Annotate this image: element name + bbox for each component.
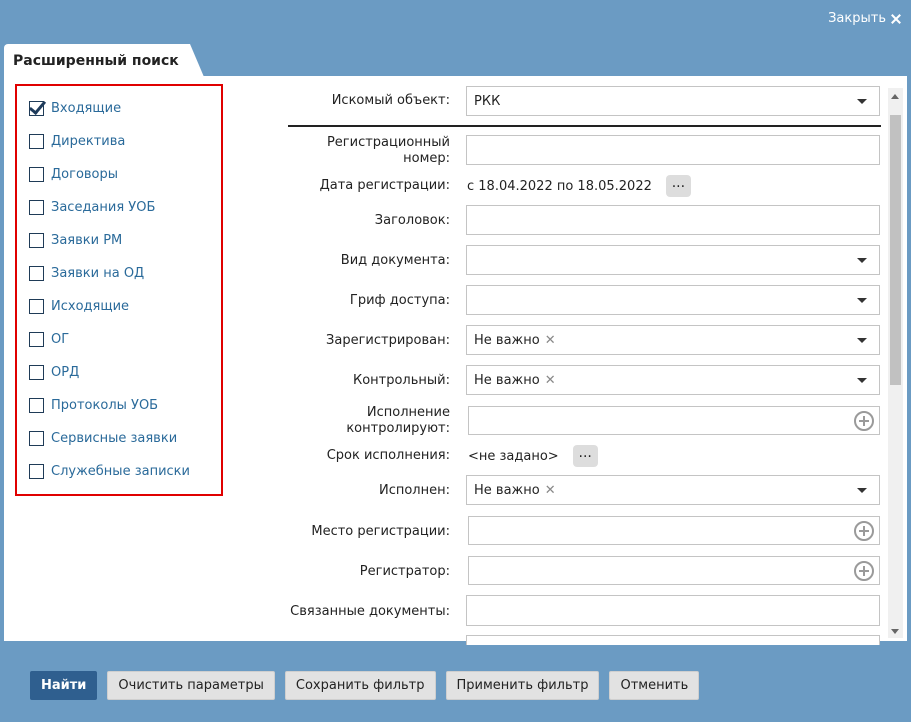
add-icon[interactable]: [854, 411, 874, 431]
reg-place-label: Место регистрации:: [311, 524, 450, 539]
remove-tag-icon[interactable]: ✕: [545, 373, 556, 388]
access-label: Гриф доступа:: [349, 293, 450, 308]
reg-date-value: с 18.04.2022 по 18.05.2022: [467, 178, 652, 194]
footer-actions: Найти Очистить параметры Сохранить фильт…: [30, 671, 700, 700]
scroll-thumb[interactable]: [890, 115, 901, 385]
title-input[interactable]: [466, 205, 880, 235]
registrar-input[interactable]: [468, 556, 880, 585]
control-label: Контрольный:: [352, 373, 450, 388]
scroll-up-icon[interactable]: [891, 94, 899, 99]
doc-type-select[interactable]: [466, 245, 880, 275]
related-input[interactable]: [466, 595, 880, 626]
chevron-down-icon: [857, 378, 867, 383]
divider: [288, 125, 881, 127]
chevron-down-icon: [857, 99, 867, 104]
search-object-label: Искомый объект:: [331, 93, 450, 108]
tab-advanced-search[interactable]: Расширенный поиск: [4, 44, 204, 77]
scrollbar[interactable]: [888, 88, 903, 638]
tab-label: Расширенный поиск: [13, 53, 179, 69]
reg-number-label: Регистрационный номер:: [326, 135, 450, 166]
close-icon: [890, 13, 902, 25]
next-field-partial[interactable]: [466, 635, 880, 645]
search-object-value: РКК: [474, 93, 501, 109]
chevron-down-icon: [857, 258, 867, 263]
apply-filter-button[interactable]: Применить фильтр: [445, 671, 600, 700]
registrar-label: Регистратор:: [359, 564, 450, 579]
cancel-button[interactable]: Отменить: [609, 671, 700, 700]
reg-date-picker-button[interactable]: ...: [665, 175, 691, 197]
executed-label: Исполнен:: [378, 483, 450, 498]
control-select[interactable]: Не важно ✕: [466, 365, 880, 395]
deadline-label: Срок исполнения:: [326, 448, 450, 463]
add-icon[interactable]: [854, 561, 874, 581]
executed-select[interactable]: Не важно ✕: [466, 475, 880, 505]
related-label: Связанные документы:: [290, 604, 450, 619]
find-button[interactable]: Найти: [30, 671, 98, 700]
controllers-label: Исполнение контролируют:: [346, 405, 450, 436]
executed-value: Не важно: [474, 482, 540, 498]
search-panel: Входящие Директива Договоры Заседания УОБ За…: [4, 76, 907, 645]
chevron-down-icon: [857, 338, 867, 343]
registered-label: Зарегистрирован:: [326, 333, 450, 348]
add-icon[interactable]: [854, 521, 874, 541]
close-label: Закрыть: [828, 11, 886, 26]
reg-date-label: Дата регистрации:: [319, 178, 450, 193]
remove-tag-icon[interactable]: ✕: [545, 483, 556, 498]
title-label: Заголовок:: [374, 213, 450, 228]
clear-params-button[interactable]: Очистить параметры: [107, 671, 275, 700]
controllers-input[interactable]: [468, 406, 880, 435]
remove-tag-icon[interactable]: ✕: [545, 333, 556, 348]
access-select[interactable]: [466, 285, 880, 315]
deadline-value: <не задано>: [468, 448, 559, 464]
deadline-picker-button[interactable]: ...: [572, 445, 598, 467]
search-form: Искомый объект: РКК Регистрационный номер…: [4, 76, 907, 645]
doc-type-label: Вид документа:: [340, 253, 450, 268]
search-object-select[interactable]: РКК: [466, 86, 880, 116]
save-filter-button[interactable]: Сохранить фильтр: [284, 671, 436, 700]
reg-place-input[interactable]: [468, 516, 880, 545]
chevron-down-icon: [857, 488, 867, 493]
control-value: Не важно: [474, 372, 540, 388]
chevron-down-icon: [857, 298, 867, 303]
close-button[interactable]: Закрыть: [828, 11, 902, 26]
registered-select[interactable]: Не важно ✕: [466, 325, 880, 355]
registered-value: Не важно: [474, 332, 540, 348]
scroll-down-icon[interactable]: [891, 629, 899, 634]
reg-number-input[interactable]: [466, 135, 880, 165]
